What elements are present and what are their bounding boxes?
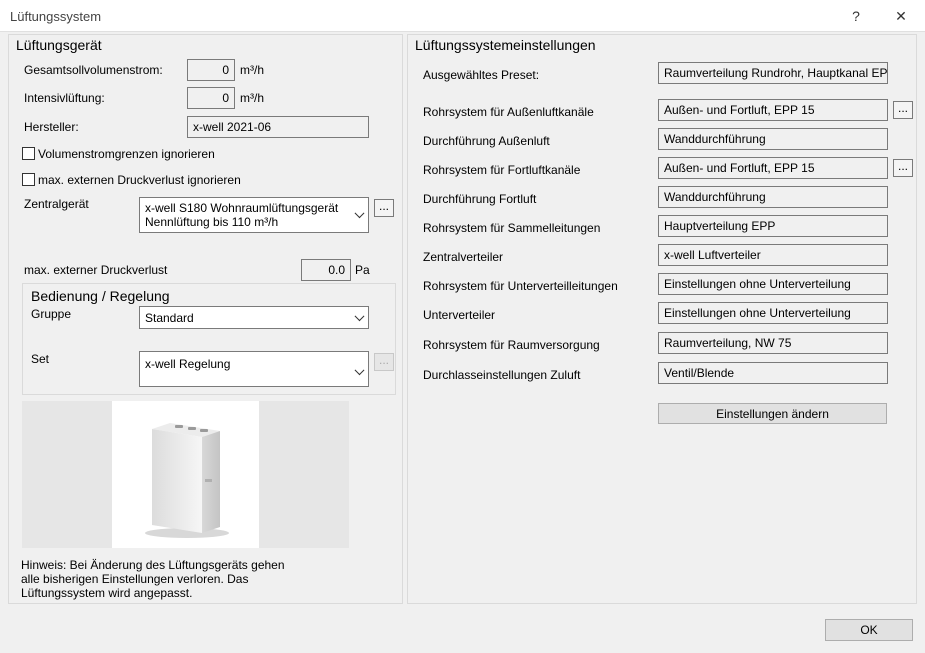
group-select[interactable]: Standard [139,306,369,329]
setting-label: Rohrsystem für Fortluftkanäle [423,163,581,177]
device-group-title: Lüftungsgerät [16,37,102,53]
setting-label: Rohrsystem für Unterverteilleitungen [423,279,618,293]
chevron-down-icon [354,208,365,219]
set-label: Set [31,352,50,366]
pressure-loss-field[interactable]: 0.0 [301,259,351,281]
total-flow-unit: m³/h [240,63,264,77]
setting-label: Rohrsystem für Raumversorgung [423,338,600,352]
change-settings-button[interactable]: Einstellungen ändern [658,403,887,424]
ignore-flow-limits-checkbox[interactable] [22,147,35,160]
title-bar: Lüftungssystem ? ✕ [0,0,925,32]
manufacturer-field: x-well 2021-06 [187,116,369,138]
setting-value: Einstellungen ohne Unterverteilung [658,273,888,295]
central-unit-line2: Nennlüftung bis 110 m³/h [145,215,279,229]
central-unit-select[interactable]: x-well S180 Wohnraumlüftungsgerät Nennlü… [139,197,369,233]
set-select-value: x-well Regelung [145,357,231,371]
device-image [112,401,259,548]
pressure-loss-unit: Pa [355,263,370,277]
total-flow-field[interactable]: 0 [187,59,235,81]
system-settings-title: Lüftungssystemeinstellungen [415,37,596,53]
setting-label: Durchführung Fortluft [423,192,537,206]
central-unit-browse-button[interactable]: ... [374,199,394,217]
setting-label: Durchlasseinstellungen Zuluft [423,368,581,382]
setting-value: Außen- und Fortluft, EPP 15 [658,99,888,121]
window-title: Lüftungssystem [10,9,102,24]
set-browse-button[interactable]: ... [374,353,394,371]
manufacturer-label: Hersteller: [24,120,79,134]
setting-value: Wanddurchführung [658,128,888,150]
ignore-pressure-loss-checkbox[interactable] [22,173,35,186]
setting-value: Hauptverteilung EPP [658,215,888,237]
setting-label: Rohrsystem für Sammelleitungen [423,221,601,235]
setting-value: Ventil/Blende [658,362,888,384]
set-select[interactable]: x-well Regelung [139,351,369,387]
group-label: Gruppe [31,307,72,321]
close-button[interactable]: ✕ [890,5,912,27]
setting-label: Unterverteiler [423,308,496,322]
setting-label: Ausgewähltes Preset: [423,68,540,82]
intensive-field[interactable]: 0 [187,87,235,109]
group-select-value: Standard [145,311,194,325]
setting-label: Durchführung Außenluft [423,134,550,148]
control-group-title: Bedienung / Regelung [31,288,170,304]
setting-label: Zentralverteiler [423,250,504,264]
intensive-unit: m³/h [240,91,264,105]
total-flow-label: Gesamtsollvolumenstrom: [24,63,163,77]
setting-value: Raumverteilung, NW 75 [658,332,888,354]
setting-browse-button[interactable]: ... [893,101,913,119]
chevron-down-icon [354,310,365,321]
central-unit-label: Zentralgerät [24,197,89,211]
central-unit-line1: x-well S180 Wohnraumlüftungsgerät [145,201,339,215]
help-button[interactable]: ? [845,5,867,27]
setting-value: Außen- und Fortluft, EPP 15 [658,157,888,179]
intensive-label: Intensivlüftung: [24,91,105,105]
setting-value: x-well Luftverteiler [658,244,888,266]
ignore-pressure-loss-label: max. externen Druckverlust ignorieren [38,173,241,187]
setting-browse-button[interactable]: ... [893,159,913,177]
pressure-loss-label: max. externer Druckverlust [24,263,168,277]
ok-button[interactable]: OK [825,619,913,641]
setting-value: Wanddurchführung [658,186,888,208]
setting-value: Raumverteilung Rundrohr, Hauptkanal EPP-… [658,62,888,84]
device-image-panel [22,401,349,548]
setting-value: Einstellungen ohne Unterverteilung [658,302,888,324]
ignore-flow-limits-label: Volumenstromgrenzen ignorieren [38,147,215,161]
setting-label: Rohrsystem für Außenluftkanäle [423,105,594,119]
hint-text: Hinweis: Bei Änderung des Lüftungsgeräts… [21,558,285,600]
chevron-down-icon [354,365,365,376]
